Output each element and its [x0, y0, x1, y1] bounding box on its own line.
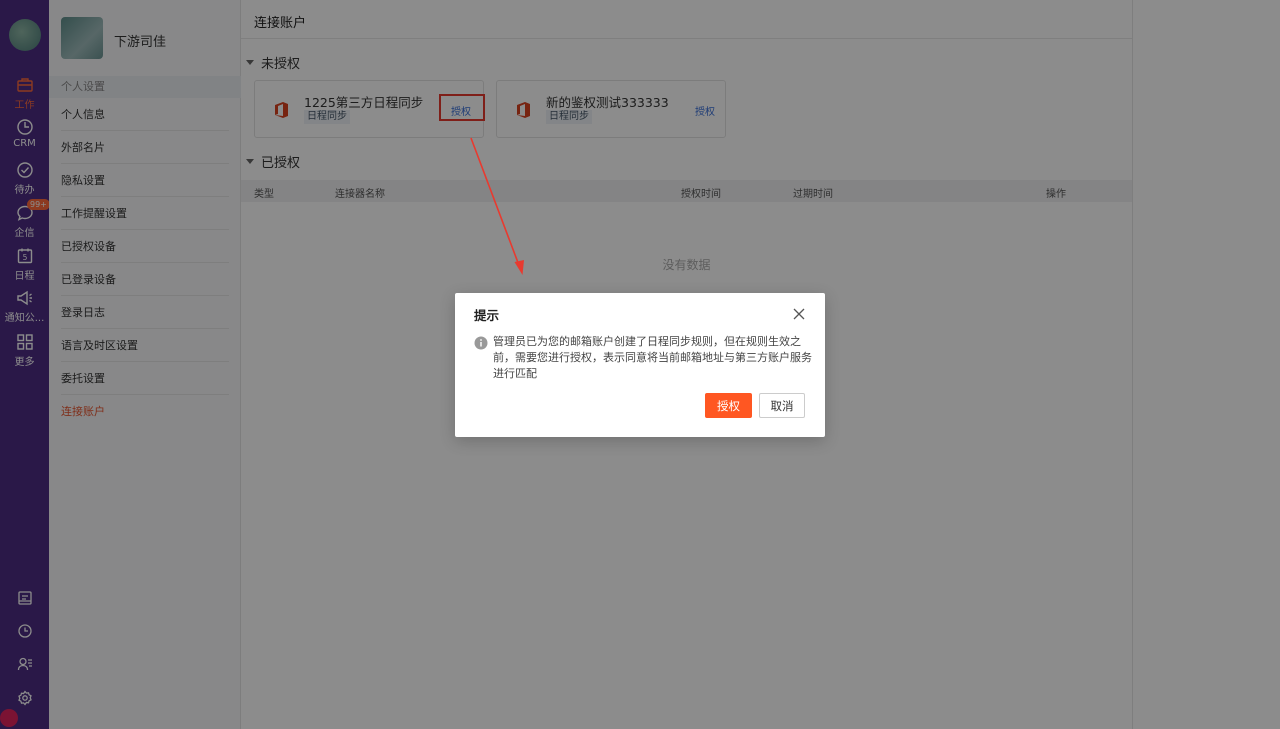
info-icon [474, 336, 488, 350]
close-icon[interactable] [792, 307, 806, 321]
dialog-message: 管理员已为您的邮箱账户创建了日程同步规则，但在规则生效之前，需要您进行授权，表示… [493, 335, 812, 380]
confirm-dialog: 提示 管理员已为您的邮箱账户创建了日程同步规则，但在规则生效之前，需要您进行授权… [455, 293, 825, 437]
authorize-button[interactable]: 授权 [705, 393, 752, 418]
cancel-button[interactable]: 取消 [759, 393, 805, 418]
dialog-title: 提示 [474, 308, 500, 323]
